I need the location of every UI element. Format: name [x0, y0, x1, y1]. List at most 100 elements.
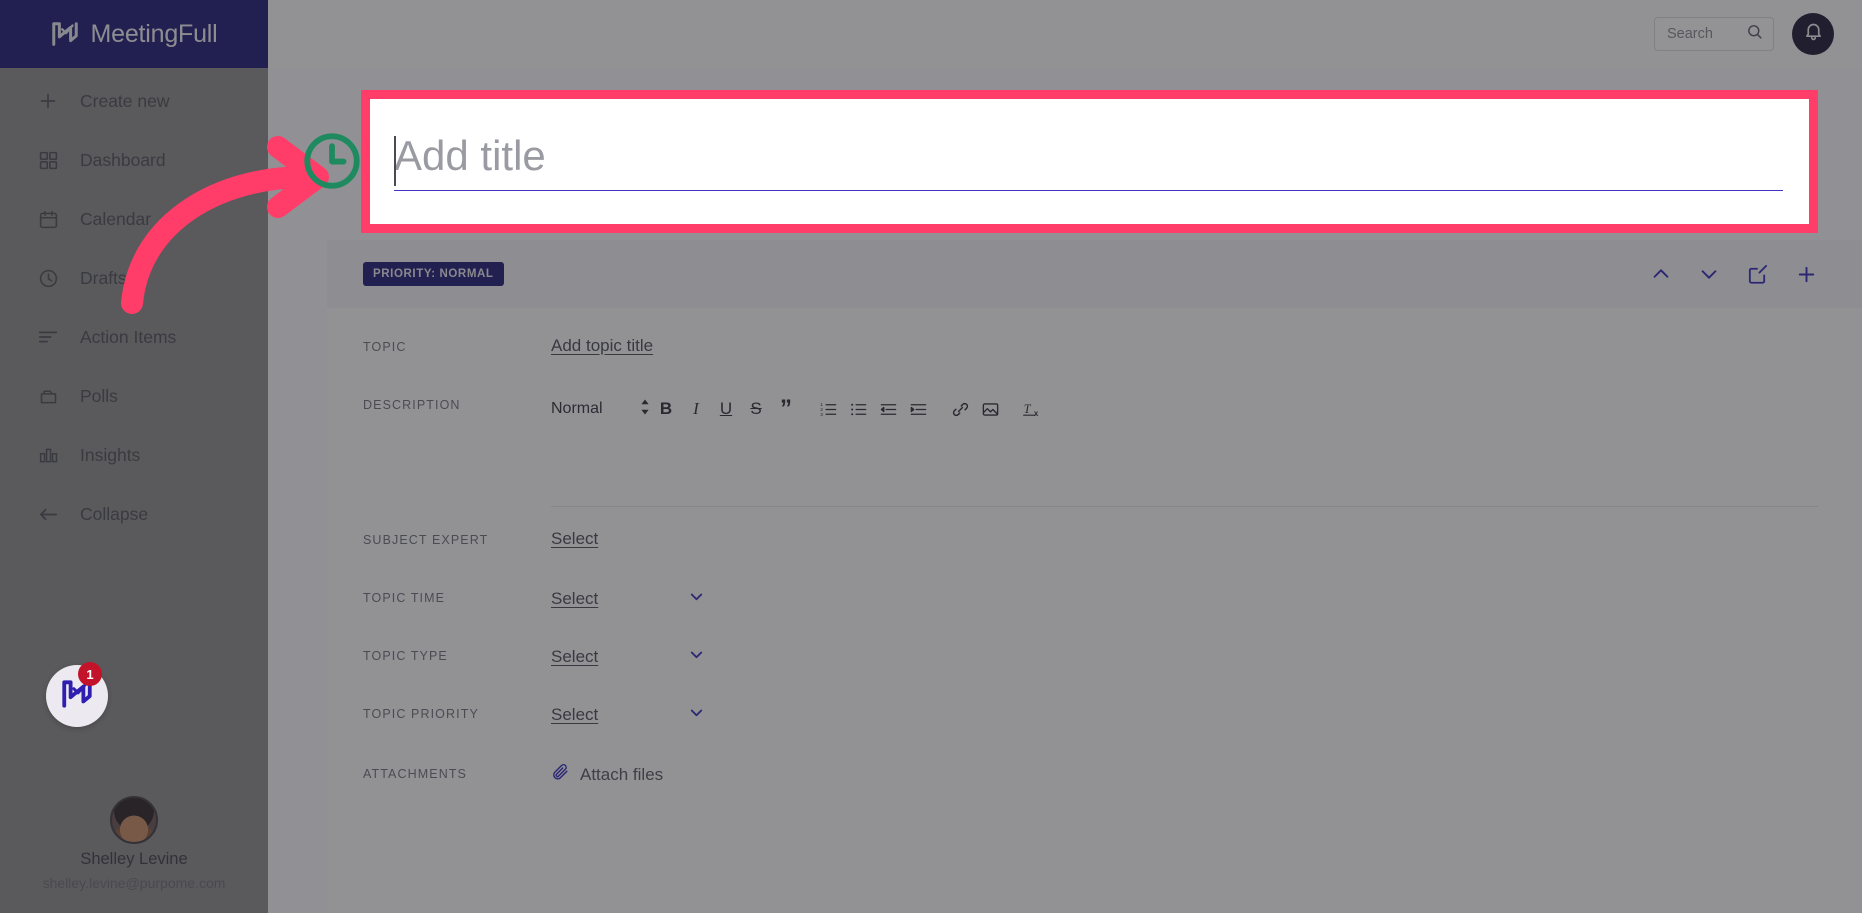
sidebar-item-create-new[interactable]: Create new: [0, 82, 268, 120]
image-icon: [982, 402, 998, 416]
svg-text:x: x: [1033, 409, 1038, 418]
chevron-down-icon: [687, 587, 706, 611]
ordered-list-icon: 1 2 3: [820, 402, 836, 417]
field-label: TOPIC TYPE: [363, 649, 448, 663]
topic-card-header: PRIORITY: NORMAL: [327, 240, 1862, 308]
strikethrough-button[interactable]: S: [741, 394, 771, 424]
clock-icon: [36, 266, 60, 290]
chevron-up-icon: [1653, 269, 1669, 278]
topic-time-value: Select: [551, 589, 599, 608]
sidebar-item-collapse[interactable]: Collapse: [0, 495, 268, 533]
description-editor[interactable]: [551, 424, 1818, 506]
ordered-list-button[interactable]: 1 2 3: [813, 394, 843, 424]
field-topic-type: TOPIC TYPE Select: [363, 645, 1818, 687]
move-up-button[interactable]: [1650, 263, 1672, 285]
topic-priority-select[interactable]: Select: [551, 703, 706, 727]
blockquote-button[interactable]: ”: [771, 394, 801, 424]
field-topic-time: TOPIC TIME Select: [363, 587, 1818, 629]
subject-expert-select[interactable]: Select: [551, 529, 598, 549]
clear-format-button[interactable]: T x: [1017, 394, 1047, 424]
clear-format-icon: T x: [1022, 402, 1038, 418]
bullet-list-button[interactable]: [843, 394, 873, 424]
calendar-icon: [36, 207, 60, 231]
bold-button[interactable]: B: [651, 394, 681, 424]
topic-card: PRIORITY: NORMAL TOPIC Add topic title D…: [327, 240, 1862, 913]
paperclip-icon: [551, 763, 570, 787]
priority-badge: PRIORITY: NORMAL: [363, 262, 504, 286]
link-icon: [952, 402, 968, 416]
svg-text:2: 2: [820, 406, 823, 412]
topic-form: TOPIC Add topic title DESCRIPTION Normal: [327, 308, 1862, 805]
outdent-icon: [880, 403, 896, 415]
bar-chart-icon: [36, 443, 60, 467]
sidebar-item-insights[interactable]: Insights: [0, 436, 268, 474]
plus-icon: [36, 89, 60, 113]
add-title-input[interactable]: [394, 132, 1783, 180]
field-subject-expert: SUBJECT EXPERT Select: [363, 529, 1818, 571]
sidebar-item-label: Polls: [80, 385, 118, 406]
avatar: [110, 796, 158, 844]
section-divider: [551, 506, 1818, 507]
attach-files-button[interactable]: Attach files: [551, 763, 663, 787]
topic-type-select[interactable]: Select: [551, 645, 706, 669]
underline-button[interactable]: U: [711, 394, 741, 424]
brand-header: MeetingFull: [0, 0, 268, 68]
field-label: TOPIC: [363, 340, 407, 354]
highlight-box: [361, 90, 1818, 233]
field-topic: TOPIC Add topic title: [363, 336, 1818, 378]
field-label: DESCRIPTION: [363, 398, 461, 412]
field-attachments: ATTACHMENTS Attach files: [363, 763, 1818, 805]
field-label: TOPIC PRIORITY: [363, 707, 479, 721]
field-topic-priority: TOPIC PRIORITY Select: [363, 703, 1818, 745]
user-email: shelley.levine@purpome.com: [42, 875, 226, 891]
attach-files-label: Attach files: [580, 765, 664, 784]
indent-icon: [910, 403, 926, 415]
poll-box-icon: [36, 384, 60, 408]
link-button[interactable]: [945, 394, 975, 424]
search-input[interactable]: [1667, 26, 1740, 42]
sidebar-item-label: Collapse: [80, 503, 149, 524]
topic-time-select[interactable]: Select: [551, 587, 706, 611]
top-bar: [268, 0, 1862, 68]
topic-title-link[interactable]: Add topic title: [551, 336, 653, 356]
plus-icon: [1798, 266, 1815, 282]
grid-icon: [36, 148, 60, 172]
clock-badge-icon: [299, 128, 365, 199]
topic-priority-value: Select: [551, 705, 599, 724]
chevron-down-icon: [687, 703, 706, 727]
field-label: ATTACHMENTS: [363, 767, 467, 781]
meetingfull-logo-icon: [50, 19, 80, 49]
add-topic-button[interactable]: [1795, 263, 1818, 286]
notification-count-badge: 1: [78, 662, 102, 686]
chevron-updown-icon: [639, 398, 651, 421]
square-pen-icon: [1748, 264, 1768, 284]
notifications-button[interactable]: [1792, 13, 1834, 55]
sidebar-item-label: Insights: [80, 444, 141, 465]
topic-card-actions: [1650, 263, 1818, 286]
rich-text-toolbar: Normal B I U S ” 1 2 3 T x: [551, 394, 1818, 424]
image-button[interactable]: [975, 394, 1005, 424]
italic-button[interactable]: I: [681, 394, 711, 424]
sidebar-item-label: Create new: [80, 90, 170, 111]
search-box[interactable]: [1654, 17, 1774, 51]
outdent-button[interactable]: [873, 394, 903, 424]
move-down-button[interactable]: [1698, 263, 1720, 285]
svg-text:1: 1: [820, 402, 823, 408]
sidebar-user-card[interactable]: Shelley Levine shelley.levine@purpome.co…: [0, 796, 268, 891]
edit-topic-button[interactable]: [1746, 263, 1769, 286]
chevron-down-icon: [1701, 270, 1717, 279]
indent-button[interactable]: [903, 394, 933, 424]
search-icon: [1746, 23, 1763, 45]
chevron-down-icon: [687, 645, 706, 669]
arrow-left-icon: [36, 502, 60, 526]
app-root: MeetingFull Create new Dashboard Calenda…: [0, 0, 1862, 913]
bell-icon: [1803, 21, 1824, 47]
svg-text:3: 3: [820, 411, 823, 417]
field-label: SUBJECT EXPERT: [363, 533, 489, 547]
brand-name: MeetingFull: [90, 19, 218, 48]
user-name: Shelley Levine: [80, 850, 188, 868]
sidebar-item-label: Action Items: [80, 326, 177, 347]
sidebar-item-polls[interactable]: Polls: [0, 377, 268, 415]
topic-type-value: Select: [551, 647, 599, 666]
text-style-dropdown[interactable]: Normal: [551, 398, 651, 421]
